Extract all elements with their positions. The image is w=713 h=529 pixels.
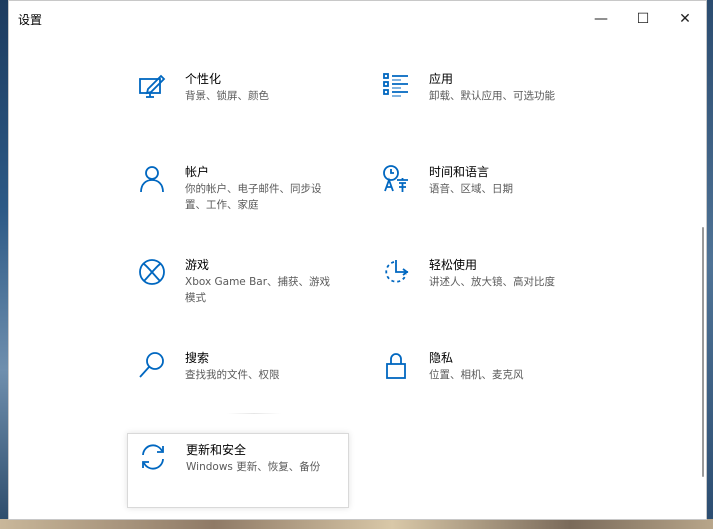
desktop-background-left [0, 0, 8, 529]
tile-name: 个性化 [185, 72, 222, 86]
title-bar[interactable]: 设置 — ☐ ✕ [9, 1, 706, 37]
minimize-button[interactable]: — [580, 1, 622, 37]
tile-description: 查找我的文件、权限 [185, 369, 280, 381]
tile-search[interactable]: 搜索 查找我的文件、权限 [127, 342, 349, 420]
tile-name: 时间和语言 [429, 165, 490, 179]
tile-description: 背景、锁屏、颜色 [185, 90, 269, 102]
tile-apps[interactable]: 应用 卸载、默认应用、可选功能 [371, 63, 593, 141]
tile-description: 你的帐户、电子邮件、同步设置、工作、家庭 [185, 183, 322, 211]
maximize-button[interactable]: ☐ [622, 1, 664, 37]
tile-description: 卸载、默认应用、可选功能 [429, 90, 555, 102]
window-controls: — ☐ ✕ [580, 1, 706, 37]
scrollbar[interactable] [702, 227, 704, 477]
tile-name: 游戏 [185, 258, 210, 272]
desktop-background-right [707, 0, 713, 529]
tile-update-security[interactable]: 更新和安全 Windows 更新、恢复、备份 [127, 433, 349, 508]
tile-accounts[interactable]: 帐户 你的帐户、电子邮件、同步设置、工作、家庭 [127, 156, 349, 234]
tile-personalization[interactable]: 个性化 背景、锁屏、颜色 [127, 63, 349, 141]
close-icon: ✕ [679, 11, 691, 27]
sync-icon [138, 442, 168, 472]
tile-name: 搜索 [185, 351, 210, 365]
window-title: 设置 [18, 12, 43, 27]
tile-gaming[interactable]: 游戏 Xbox Game Bar、捕获、游戏模式 [127, 249, 349, 327]
accounts-icon [137, 164, 167, 194]
lock-icon [381, 350, 411, 380]
tile-description: 位置、相机、麦克风 [429, 369, 524, 381]
minimize-icon: — [594, 11, 608, 27]
close-button[interactable]: ✕ [664, 1, 706, 37]
time-language-icon [381, 164, 411, 194]
ease-of-access-icon [381, 257, 411, 287]
tile-name: 更新和安全 [186, 443, 247, 457]
maximize-icon: ☐ [636, 11, 650, 27]
tile-ease-of-access[interactable]: 轻松使用 讲述人、放大镜、高对比度 [371, 249, 593, 327]
tile-name: 隐私 [429, 351, 454, 365]
divider [227, 413, 281, 414]
tile-description: Windows 更新、恢复、备份 [186, 461, 321, 473]
apps-icon [381, 71, 411, 101]
tile-name: 应用 [429, 72, 454, 86]
tile-privacy[interactable]: 隐私 位置、相机、麦克风 [371, 342, 593, 420]
xbox-icon [137, 257, 167, 287]
desktop-background-bottom [0, 519, 713, 529]
tile-time-language[interactable]: 时间和语言 语音、区域、日期 [371, 156, 593, 234]
tile-name: 轻松使用 [429, 258, 478, 272]
tile-description: 讲述人、放大镜、高对比度 [429, 276, 555, 288]
tile-description: 语音、区域、日期 [429, 183, 513, 195]
tile-name: 帐户 [185, 165, 210, 179]
tile-description: Xbox Game Bar、捕获、游戏模式 [185, 276, 331, 304]
search-icon [137, 350, 167, 380]
settings-window: 设置 — ☐ ✕ 个性化 背景、锁屏、颜色 应用 卸载、默认应用、可选功能 帐户… [8, 0, 707, 520]
personalization-icon [137, 71, 167, 101]
